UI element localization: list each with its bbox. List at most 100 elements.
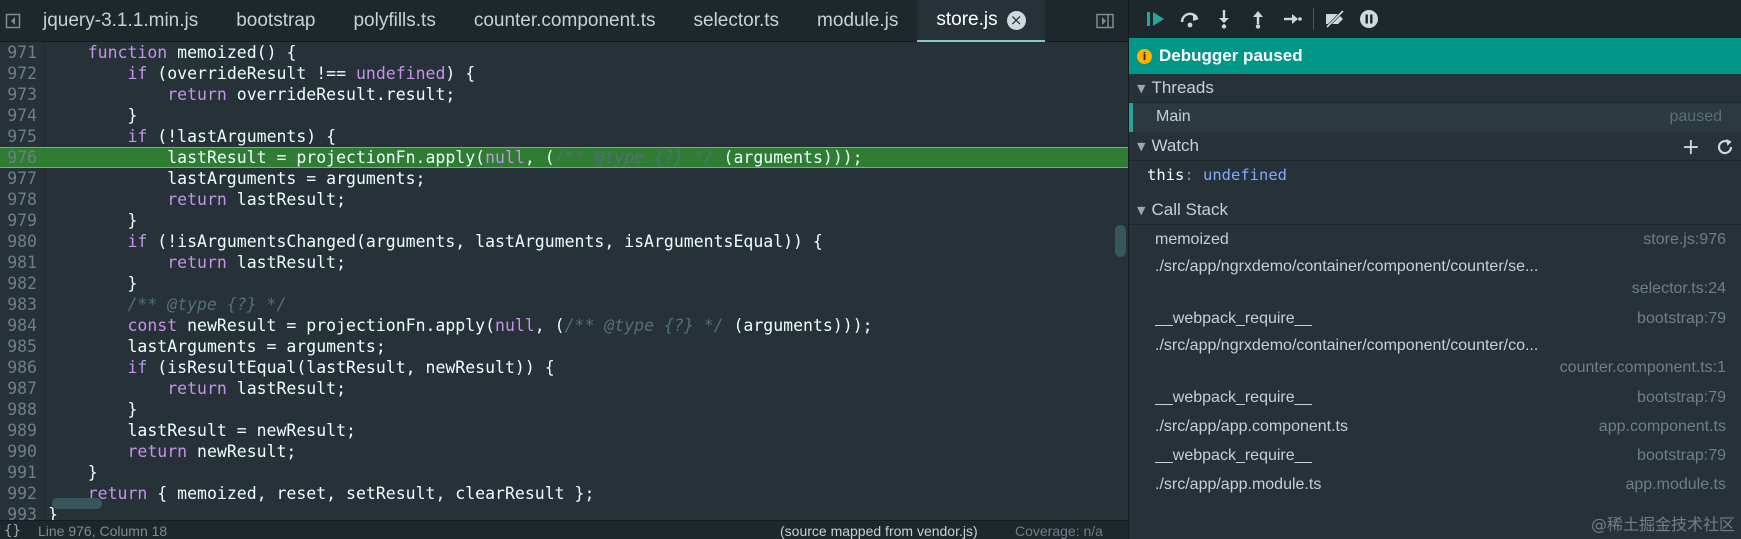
toggle-navigator-icon[interactable] [2,10,24,32]
line-number[interactable]: 981 [0,252,37,273]
call-frame[interactable]: ./src/app/app.module.ts app.module.ts [1129,471,1741,500]
code-line[interactable]: 977 lastArguments = arguments; [0,168,1252,189]
refresh-icon[interactable] [1716,135,1734,162]
callstack-section-header[interactable]: ▼ Call Stack [1129,196,1741,225]
call-frame-location[interactable]: bootstrap:79 [1637,447,1726,465]
tab-bootstrap[interactable]: bootstrap [217,0,334,42]
code-token: lastResult; [226,253,347,272]
code-line[interactable]: 972 if (overrideResult !== undefined) { [0,63,1252,84]
call-frame-location[interactable]: bootstrap:79 [1637,389,1726,407]
code-line[interactable]: 982 } [0,273,1252,294]
tab-jquery-3-1-1-min-js[interactable]: jquery-3.1.1.min.js [24,0,217,42]
code-line[interactable]: 989 lastResult = newResult; [0,420,1252,441]
call-frame-location[interactable]: selector.ts:24 [1632,280,1726,298]
code-line[interactable]: 978 return lastResult; [0,189,1252,210]
call-frame[interactable]: ./src/app/app.component.ts app.component.… [1129,413,1741,442]
code-token: undefined [355,64,446,83]
call-frame[interactable]: ./src/app/ngrxdemo/container/component/c… [1129,334,1741,384]
line-number[interactable]: 972 [0,63,37,84]
editor-statusbar: {} Line 976, Column 18 (source mapped fr… [0,520,1252,539]
tab-module-js[interactable]: module.js [798,0,917,42]
call-frame-location[interactable]: counter.component.ts:1 [1560,359,1726,377]
code-line[interactable]: 987 return lastResult; [0,378,1252,399]
add-watch-icon[interactable]: + [1682,135,1700,162]
thread-item-main[interactable]: Main paused [1129,103,1741,132]
line-number[interactable]: 983 [0,294,37,315]
call-frame-location[interactable]: app.module.ts [1625,476,1726,494]
line-number[interactable]: 985 [0,336,37,357]
line-number[interactable]: 975 [0,126,37,147]
pause-on-exceptions-icon[interactable] [1352,4,1386,34]
threads-section-header[interactable]: ▼ Threads [1129,74,1741,103]
code-line[interactable]: 981 return lastResult; [0,252,1252,273]
call-frame-location[interactable]: app.component.ts [1599,418,1726,436]
code-line[interactable]: 983 /** @type {?} */ [0,294,1252,315]
tab-polyfills-ts[interactable]: polyfills.ts [334,0,454,42]
deactivate-breakpoints-icon[interactable] [1318,4,1352,34]
line-number[interactable]: 976 [0,147,37,168]
call-frame[interactable]: __webpack_require__ bootstrap:79 [1129,442,1741,471]
step-icon[interactable] [1275,4,1309,34]
tab-counter-component-ts[interactable]: counter.component.ts [455,0,675,42]
line-number[interactable]: 979 [0,210,37,231]
line-number[interactable]: 986 [0,357,37,378]
code-line[interactable]: 992 return { memoized, reset, setResult,… [0,483,1252,504]
code-line[interactable]: 980 if (!isArgumentsChanged(arguments, l… [0,231,1252,252]
call-frame[interactable]: ./src/app/ngrxdemo/container/component/c… [1129,255,1741,305]
line-number[interactable]: 974 [0,105,37,126]
code-line[interactable]: 979 } [0,210,1252,231]
call-frame[interactable]: memoized store.js:976 [1129,226,1741,255]
line-number[interactable]: 989 [0,420,37,441]
pretty-print-icon[interactable]: {} [4,523,21,539]
code-token: /** @type {?} */ [127,295,287,314]
line-number[interactable]: 987 [0,378,37,399]
code-line[interactable]: 986 if (isResultEqual(lastResult, newRes… [0,357,1252,378]
line-number[interactable]: 988 [0,399,37,420]
line-number[interactable]: 978 [0,189,37,210]
horizontal-scrollbar[interactable] [52,498,102,509]
watch-expression[interactable]: this: undefined [1147,166,1287,184]
code-token: return [167,190,227,209]
code-line[interactable]: 990 return newResult; [0,441,1252,462]
call-frame[interactable]: __webpack_require__ bootstrap:79 [1129,305,1741,334]
code-line[interactable]: 974 } [0,105,1252,126]
code-text: if (overrideResult !== undefined) { [48,63,475,84]
code-line[interactable]: 985 lastArguments = arguments; [0,336,1252,357]
line-number[interactable]: 971 [0,42,37,63]
call-frame-location[interactable]: store.js:976 [1643,231,1726,249]
step-into-icon[interactable] [1207,4,1241,34]
code-line[interactable]: 973 return overrideResult.result; [0,84,1252,105]
line-number[interactable]: 990 [0,441,37,462]
code-line[interactable]: 991 } [0,462,1252,483]
line-number[interactable]: 980 [0,231,37,252]
step-out-icon[interactable] [1241,4,1275,34]
close-tab-icon[interactable]: × [1006,10,1026,30]
toggle-debugger-icon[interactable] [1094,10,1116,32]
code-line[interactable]: 988 } [0,399,1252,420]
code-text: const newResult = projectionFn.apply(nul… [48,315,872,336]
line-number[interactable]: 982 [0,273,37,294]
code-line-paused[interactable]: 976 lastResult = projectionFn.apply(null… [0,147,1252,168]
code-editor[interactable]: 971 function memoized() {972 if (overrid… [0,42,1252,520]
step-over-icon[interactable] [1173,4,1207,34]
code-line[interactable]: 971 function memoized() { [0,42,1252,63]
line-number[interactable]: 991 [0,462,37,483]
code-line[interactable]: 993} [0,504,1252,520]
resume-icon[interactable] [1139,4,1173,34]
source-mapped-link[interactable]: (source mapped from vendor.js) [780,523,978,539]
line-number[interactable]: 973 [0,84,37,105]
call-frame[interactable]: __webpack_require__ bootstrap:79 [1129,384,1741,413]
code-line[interactable]: 984 const newResult = projectionFn.apply… [0,315,1252,336]
line-number[interactable]: 992 [0,483,37,504]
vertical-scrollbar[interactable] [1115,225,1126,257]
tab-store-js[interactable]: store.js × [917,0,1045,42]
call-frame-location[interactable]: bootstrap:79 [1637,310,1726,328]
watch-section-header[interactable]: ▼ Watch + [1129,132,1741,161]
line-number[interactable]: 977 [0,168,37,189]
tab-selector-ts[interactable]: selector.ts [675,0,799,42]
code-line[interactable]: 975 if (!lastArguments) { [0,126,1252,147]
line-number[interactable]: 993 [0,504,37,520]
line-number[interactable]: 984 [0,315,37,336]
code-text: return lastResult; [48,189,346,210]
